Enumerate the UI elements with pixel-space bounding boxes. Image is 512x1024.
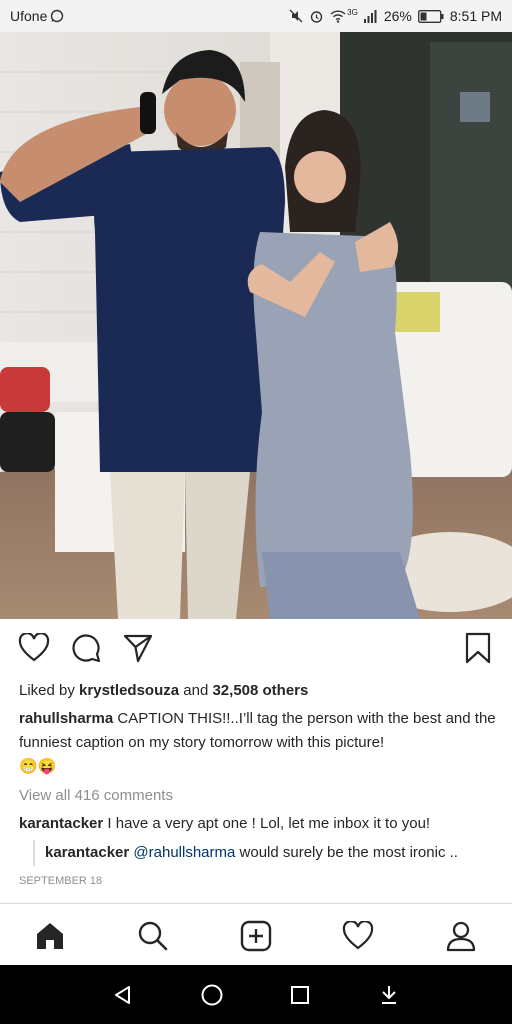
- comment-icon[interactable]: [68, 630, 104, 666]
- likes-line: Liked by krystledsouza and 32,508 others: [19, 679, 499, 703]
- recents-icon[interactable]: [287, 982, 313, 1008]
- search-icon[interactable]: [135, 918, 171, 954]
- reply-divider: [33, 840, 35, 866]
- post-photo[interactable]: [0, 32, 512, 619]
- activity-heart-icon[interactable]: [340, 918, 376, 954]
- wifi-icon: [330, 9, 346, 23]
- home-button-icon[interactable]: [199, 982, 225, 1008]
- battery-icon: [417, 9, 444, 23]
- likes-count[interactable]: 32,508 others: [212, 682, 308, 699]
- caption-emojis: 😁😝: [19, 758, 57, 775]
- notification-pull-icon[interactable]: [376, 982, 402, 1008]
- status-right: 3G 26% 8:51 PM: [289, 8, 502, 24]
- caption: rahullsharma CAPTION THIS!!..I’ll tag th…: [19, 707, 499, 779]
- view-all-comments[interactable]: View all 416 comments: [19, 784, 499, 808]
- bookmark-icon[interactable]: [460, 630, 496, 666]
- profile-icon[interactable]: [443, 918, 479, 954]
- share-icon[interactable]: [120, 630, 156, 666]
- system-nav-bar: [0, 965, 512, 1024]
- clock: 8:51 PM: [449, 8, 502, 24]
- reply-text: would surely be the most ironic ..: [239, 844, 458, 861]
- liked-by-user[interactable]: krystledsouza: [79, 682, 179, 699]
- post-date: SEPTEMBER 18: [19, 875, 103, 887]
- back-icon[interactable]: [110, 982, 136, 1008]
- comment-row: karantacker I have a very apt one ! Lol,…: [19, 812, 499, 836]
- comment-user[interactable]: karantacker: [19, 815, 103, 832]
- signal-icon: [363, 9, 378, 23]
- home-icon[interactable]: [32, 918, 68, 954]
- heart-icon[interactable]: [16, 630, 52, 666]
- reply-user[interactable]: karantacker: [45, 844, 129, 861]
- bottom-nav: [0, 903, 512, 966]
- comment-text: I have a very apt one ! Lol, let me inbo…: [107, 815, 431, 832]
- liked-by-and: and: [183, 682, 209, 699]
- reply-row: karantacker @rahullsharma would surely b…: [45, 841, 505, 865]
- battery-percent: 26%: [383, 8, 412, 24]
- reply-mention[interactable]: @rahullsharma: [133, 844, 235, 861]
- carrier-name: Ufone: [10, 8, 48, 24]
- add-post-icon[interactable]: [238, 918, 274, 954]
- caption-author[interactable]: rahullsharma: [19, 710, 113, 727]
- alarm-icon: [309, 9, 324, 24]
- liked-by-prefix: Liked by: [19, 682, 75, 699]
- whatsapp-icon: [50, 9, 64, 23]
- status-left: Ufone: [10, 8, 64, 24]
- post-photo-image: [0, 32, 512, 619]
- mute-icon: [289, 9, 303, 23]
- post-actions: [0, 620, 512, 678]
- status-bar: Ufone 3G 26% 8:51 PM: [0, 0, 512, 32]
- network-type: 3G: [347, 7, 358, 17]
